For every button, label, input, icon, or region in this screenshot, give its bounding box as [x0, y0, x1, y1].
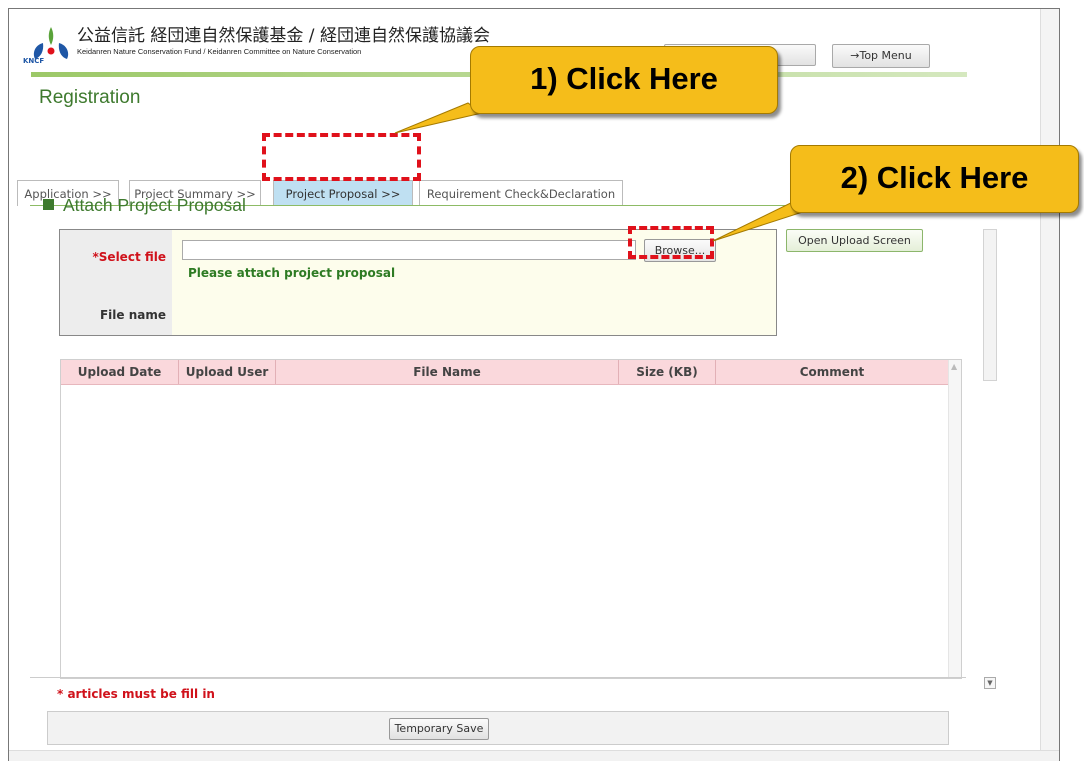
- file-name-label: File name: [99, 308, 166, 322]
- col-file-name[interactable]: File Name: [276, 360, 619, 384]
- callout-1: 1) Click Here: [470, 46, 778, 114]
- table-bottom-rule: [30, 677, 966, 678]
- section-title: Attach Project Proposal: [43, 195, 246, 216]
- top-menu-button[interactable]: →Top Menu: [832, 44, 930, 68]
- callout-2-label: 2) Click Here: [840, 160, 1029, 195]
- col-size[interactable]: Size (KB): [619, 360, 716, 384]
- callout-2: 2) Click Here: [790, 145, 1079, 213]
- select-file-label: *Select file: [92, 250, 166, 264]
- scroll-thumb[interactable]: [983, 229, 997, 381]
- window-edge: [1040, 9, 1059, 761]
- file-path-input[interactable]: [182, 240, 636, 260]
- form-label-column: *Select file File name: [60, 230, 172, 335]
- browser-window: KNCF 公益信託 経団連自然保護基金 / 経団連自然保護協議会 Keidanr…: [8, 8, 1060, 761]
- tab-requirement-check[interactable]: Requirement Check&Declaration: [419, 180, 623, 206]
- site-subtitle: Keidanren Nature Conservation Fund / Kei…: [77, 47, 362, 56]
- table-scrollbar[interactable]: ▲: [948, 360, 961, 678]
- scroll-down-icon[interactable]: ▼: [984, 677, 996, 689]
- footer-bar: Temporary Save: [47, 711, 949, 745]
- col-upload-user[interactable]: Upload User: [179, 360, 276, 384]
- page-scrollbar[interactable]: ▼: [983, 229, 997, 689]
- col-comment[interactable]: Comment: [716, 360, 948, 384]
- callout-1-label: 1) Click Here: [530, 61, 718, 96]
- open-upload-screen-button[interactable]: Open Upload Screen: [786, 229, 923, 252]
- logo-text: KNCF: [23, 57, 45, 65]
- window-bottom-strip: [9, 750, 1059, 761]
- square-bullet-icon: [43, 199, 54, 210]
- tab-project-proposal[interactable]: Project Proposal >>: [273, 180, 413, 206]
- upload-table: Upload Date Upload User File Name Size (…: [60, 359, 962, 679]
- attach-hint: Please attach project proposal: [188, 266, 396, 280]
- col-upload-date[interactable]: Upload Date: [61, 360, 179, 384]
- page-title: Registration: [39, 87, 141, 108]
- scroll-up-icon[interactable]: ▲: [951, 362, 957, 371]
- required-note: * articles must be fill in: [57, 687, 215, 701]
- site-title: 公益信託 経団連自然保護基金 / 経団連自然保護協議会: [77, 26, 490, 46]
- temporary-save-button[interactable]: Temporary Save: [389, 718, 489, 740]
- highlight-project-proposal-tab: [262, 133, 421, 181]
- highlight-browse-button: [628, 226, 714, 259]
- table-header: Upload Date Upload User File Name Size (…: [61, 360, 948, 385]
